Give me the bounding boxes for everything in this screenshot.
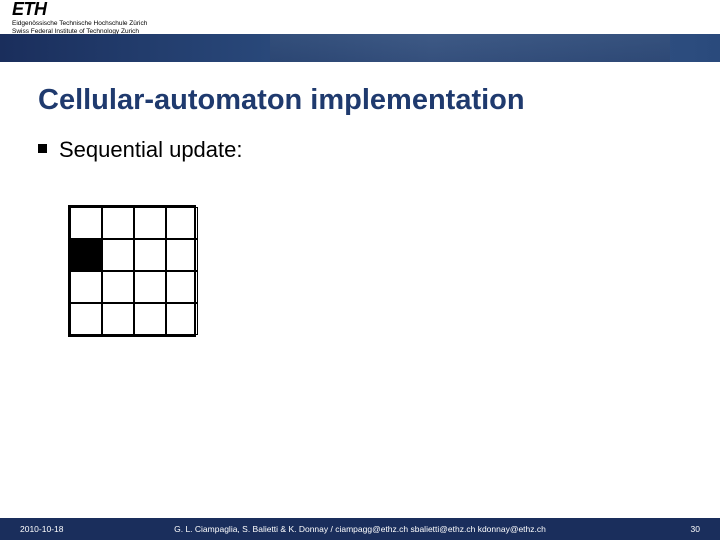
ca-cell: [102, 239, 134, 271]
eth-logo: ETH Eidgenössische Technische Hochschule…: [12, 0, 147, 35]
ca-cell: [70, 239, 102, 271]
ca-cell: [166, 271, 198, 303]
slide-footer: 2010-10-18 G. L. Ciampaglia, S. Balietti…: [0, 518, 720, 540]
bullet-marker-icon: [38, 144, 47, 153]
header-top: ETH Eidgenössische Technische Hochschule…: [0, 0, 720, 34]
ca-cell: [70, 303, 102, 335]
footer-date: 2010-10-18: [20, 524, 63, 534]
ca-grid: [68, 205, 196, 337]
ca-cell: [102, 303, 134, 335]
ca-cell: [134, 303, 166, 335]
slide-header: ETH Eidgenössische Technische Hochschule…: [0, 0, 720, 62]
ca-cell: [166, 303, 198, 335]
bullet-text: Sequential update:: [59, 137, 243, 163]
eth-logo-sub1: Eidgenössische Technische Hochschule Zür…: [12, 20, 147, 27]
bullet-row: Sequential update:: [38, 137, 720, 163]
footer-authors: G. L. Ciampaglia, S. Balietti & K. Donna…: [174, 524, 546, 534]
eth-logo-text: ETH: [12, 0, 147, 20]
ca-cell: [134, 239, 166, 271]
ca-cell: [102, 207, 134, 239]
ca-grid-container: [68, 205, 720, 337]
ca-cell: [70, 271, 102, 303]
slide-title: Cellular-automaton implementation: [38, 84, 720, 117]
header-banner-image: [0, 34, 720, 62]
ca-cell: [70, 207, 102, 239]
ca-cell: [102, 271, 134, 303]
ca-cell: [166, 207, 198, 239]
ca-cell: [134, 207, 166, 239]
footer-page-number: 30: [691, 524, 700, 534]
ca-cell: [134, 271, 166, 303]
ca-cell: [166, 239, 198, 271]
